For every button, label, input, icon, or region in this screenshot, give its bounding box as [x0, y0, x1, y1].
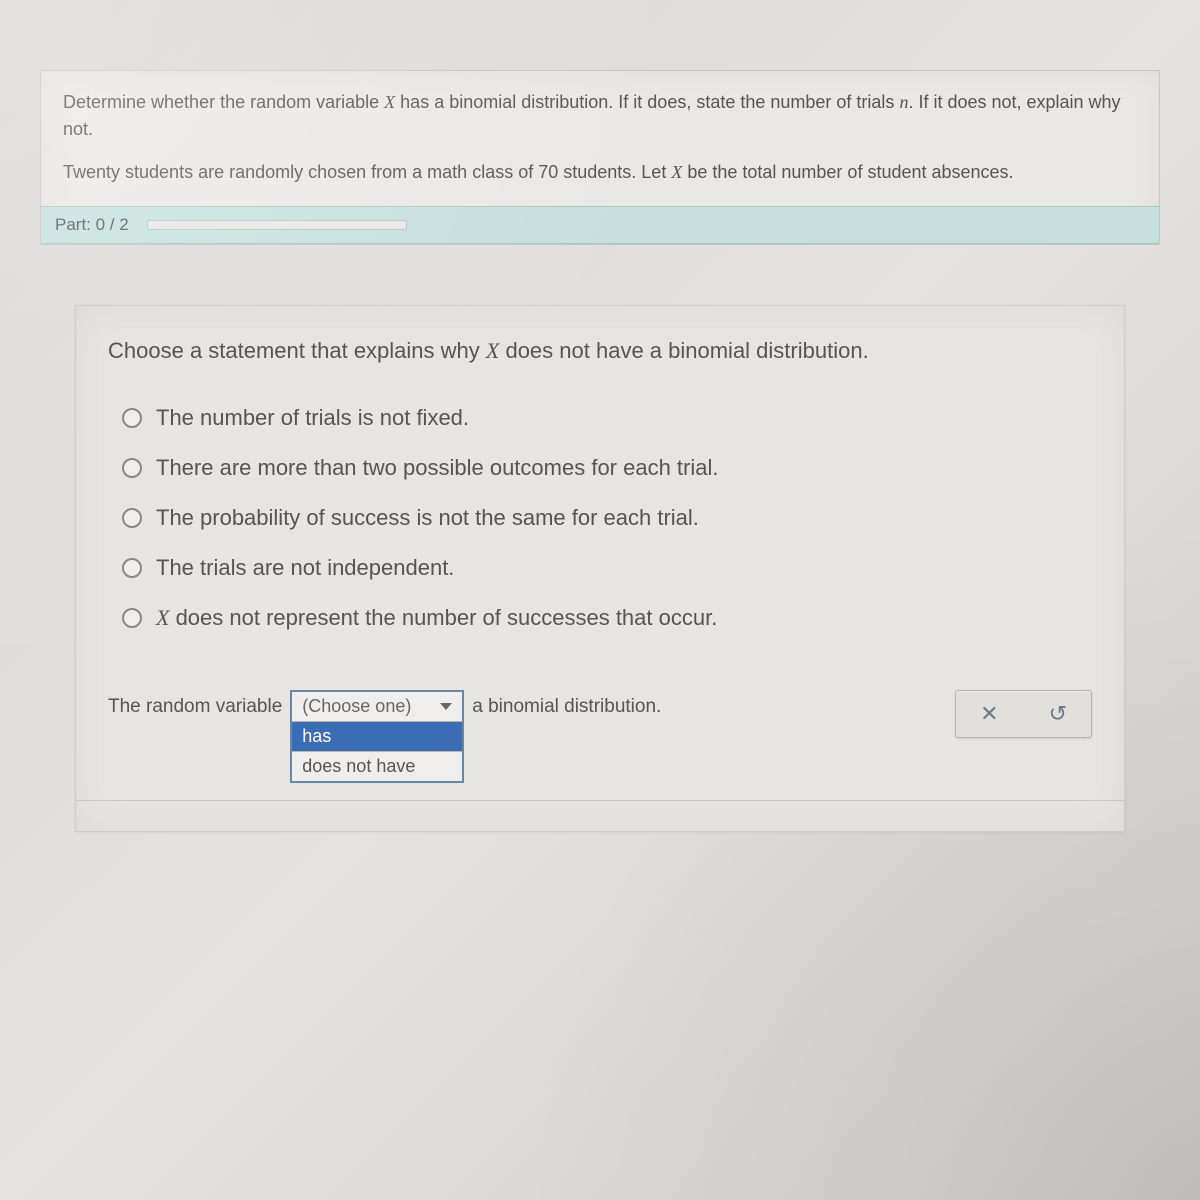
- radio-icon: [122, 558, 142, 578]
- subq-1: Choose a statement that explains why: [108, 338, 486, 363]
- option-1[interactable]: The number of trials is not fixed.: [122, 405, 1092, 431]
- tail-text: a binomial distribution.: [472, 690, 661, 718]
- scenario-2: students. Let: [558, 162, 671, 182]
- undo-icon[interactable]: ↺: [1049, 701, 1067, 727]
- close-icon[interactable]: ✕: [980, 701, 998, 727]
- radio-icon: [122, 508, 142, 528]
- question-prompt: Determine whether the random variable X …: [63, 89, 1137, 143]
- part-label: Part: 0 / 2: [55, 215, 129, 235]
- dropdown-option-doesnot[interactable]: does not have: [292, 751, 462, 781]
- radio-icon: [122, 608, 142, 628]
- subq-2: does not have a binomial distribution.: [499, 338, 868, 363]
- variable-x: X: [384, 92, 395, 112]
- option-label: There are more than two possible outcome…: [156, 455, 719, 481]
- dropdown-placeholder: (Choose one): [302, 696, 411, 717]
- scenario-text: Twenty students are randomly chosen from…: [63, 159, 1137, 186]
- scenario-num: 70: [538, 162, 558, 182]
- radio-icon: [122, 458, 142, 478]
- dropdown-option-has[interactable]: has: [292, 721, 462, 751]
- chevron-down-icon: [440, 703, 452, 710]
- answer-card: Choose a statement that explains why X d…: [75, 305, 1125, 832]
- prompt-text-1: Determine whether the random variable: [63, 92, 384, 112]
- option-2[interactable]: There are more than two possible outcome…: [122, 455, 1092, 481]
- scenario-var: X: [671, 162, 682, 182]
- option-label: The trials are not independent.: [156, 555, 454, 581]
- option-5[interactable]: X does not represent the number of succe…: [122, 605, 1092, 631]
- lead-text: The random variable: [108, 690, 282, 718]
- radio-icon: [122, 408, 142, 428]
- option-label: The probability of success is not the sa…: [156, 505, 699, 531]
- part-progress-bar: Part: 0 / 2: [41, 206, 1159, 244]
- option-label: X does not represent the number of succe…: [156, 605, 717, 631]
- scenario-3: be the total number of student absences.: [682, 162, 1013, 182]
- options-group: The number of trials is not fixed. There…: [108, 405, 1092, 631]
- option-3[interactable]: The probability of success is not the sa…: [122, 505, 1092, 531]
- action-buttons: ✕ ↺: [955, 690, 1092, 738]
- option-4[interactable]: The trials are not independent.: [122, 555, 1092, 581]
- dropdown-selected[interactable]: (Choose one): [292, 692, 462, 721]
- answer-sentence-row: The random variable (Choose one) has doe…: [108, 690, 1092, 783]
- answer-dropdown[interactable]: (Choose one) has does not have: [290, 690, 464, 783]
- prompt-text-2: has a binomial distribution. If it does,…: [395, 92, 899, 112]
- question-card: Determine whether the random variable X …: [40, 70, 1160, 245]
- subq-var: X: [486, 338, 499, 363]
- scenario-1: Twenty students are randomly chosen from…: [63, 162, 538, 182]
- option-label: The number of trials is not fixed.: [156, 405, 469, 431]
- sub-question: Choose a statement that explains why X d…: [108, 336, 1092, 367]
- progress-track: [147, 220, 407, 230]
- divider: [76, 800, 1124, 801]
